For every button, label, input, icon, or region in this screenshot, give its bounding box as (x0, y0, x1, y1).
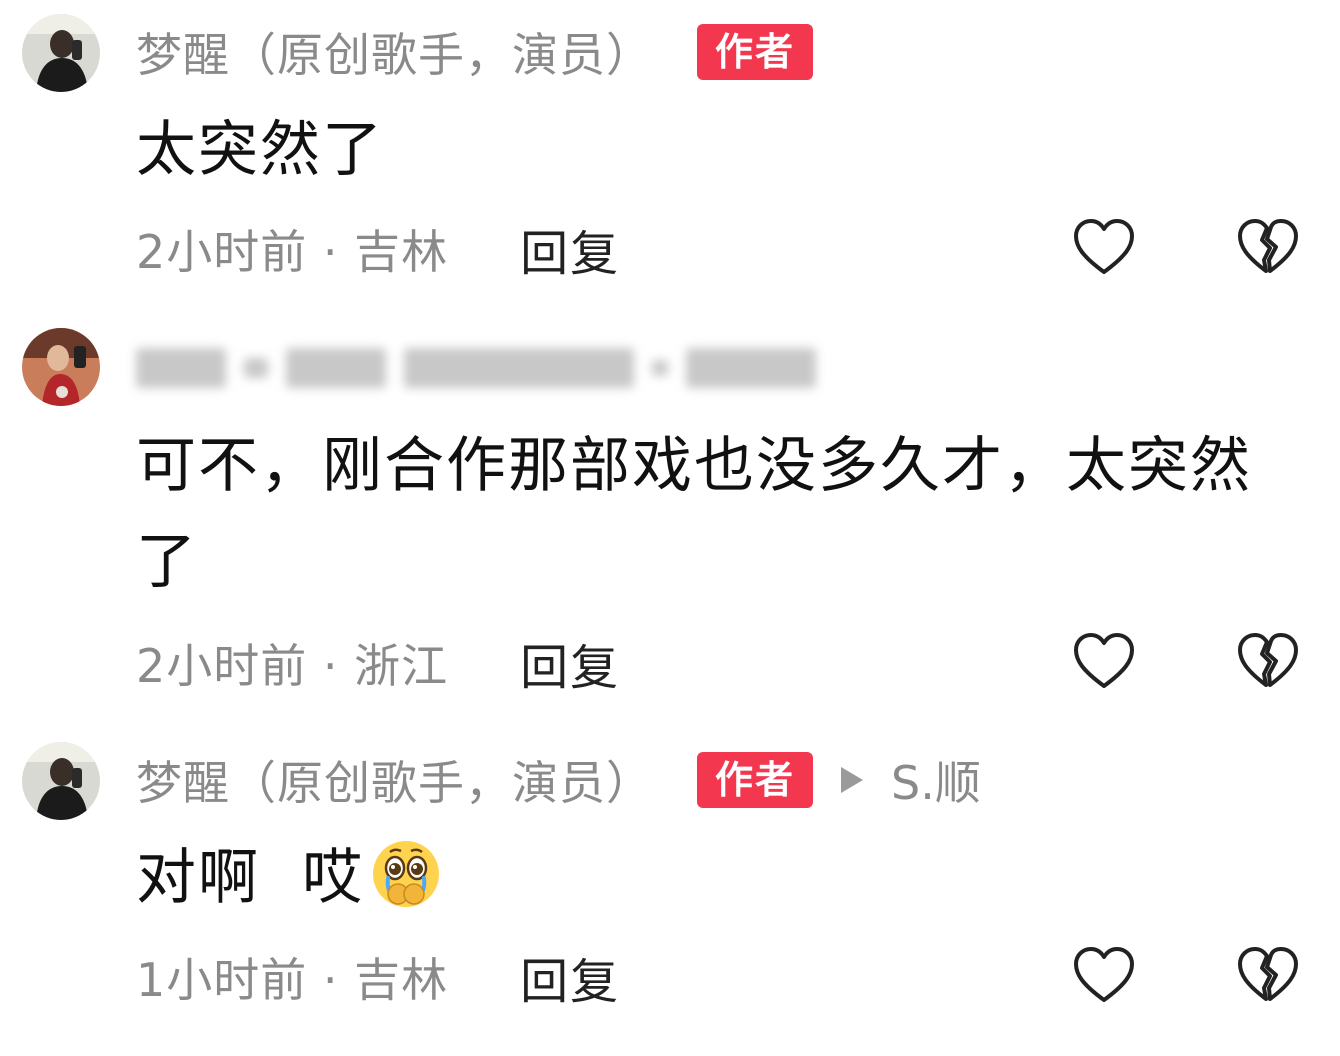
avatar[interactable] (22, 328, 100, 406)
comment-meta: 2小时前 · 浙江 回复 (136, 628, 620, 698)
comment-header: 梦醒（原创歌手，演员） 作者 (136, 19, 814, 85)
username[interactable]: 梦醒（原创歌手，演员） (136, 747, 653, 813)
author-badge: 作者 (697, 24, 814, 80)
heart-outline-icon[interactable] (1072, 216, 1136, 280)
comment-header: 梦醒（原创歌手，演员） 作者 S.顺 (136, 750, 981, 810)
comment-text: 太突然了 (136, 115, 384, 185)
reply-button[interactable]: 回复 (520, 942, 620, 1012)
time-location: 2小时前 · 浙江 (136, 639, 449, 693)
reply-to-username[interactable]: S.顺 (891, 747, 981, 813)
username[interactable]: 梦醒（原创歌手，演员） (136, 19, 653, 85)
time-location: 1小时前 · 吉林 (136, 953, 449, 1007)
heart-outline-icon[interactable] (1072, 630, 1136, 694)
heart-outline-icon[interactable] (1072, 944, 1136, 1008)
author-badge: 作者 (697, 752, 814, 808)
broken-heart-icon[interactable] (1236, 216, 1300, 280)
comment-header (136, 338, 834, 398)
comment-meta: 1小时前 · 吉林 回复 (136, 942, 620, 1012)
avatar[interactable] (22, 14, 100, 92)
comment-text: 对啊 哎 (136, 830, 1276, 926)
comment-text-body: 对啊 哎 (136, 843, 365, 913)
comment-meta: 2小时前 · 吉林 回复 (136, 214, 620, 284)
play-triangle-icon (841, 767, 864, 793)
crying-face-emoji (373, 841, 440, 907)
time-location: 2小时前 · 吉林 (136, 225, 449, 279)
username-blurred[interactable] (136, 348, 834, 388)
reply-button[interactable]: 回复 (520, 214, 620, 284)
comment-text: 可不，刚合作那部戏也没多久才，太突然了 (136, 431, 1252, 597)
broken-heart-icon[interactable] (1236, 944, 1300, 1008)
reply-button[interactable]: 回复 (520, 628, 620, 698)
avatar[interactable] (22, 742, 100, 820)
broken-heart-icon[interactable] (1236, 630, 1300, 694)
